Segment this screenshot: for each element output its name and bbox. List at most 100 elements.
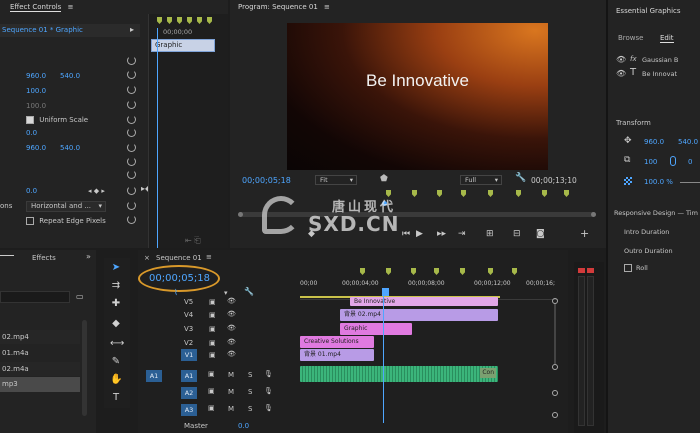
project-tab[interactable] <box>0 255 14 256</box>
clip-v2[interactable]: Creative Solutions <box>300 336 374 348</box>
timeline-close-icon[interactable]: × <box>144 254 150 262</box>
eye-icon[interactable]: 👁 <box>227 297 236 305</box>
project-item[interactable]: 01.m4a <box>0 346 80 360</box>
repeat-edge-checkbox[interactable] <box>26 217 34 225</box>
marker[interactable] <box>461 190 466 197</box>
mini-clip-graphic[interactable]: Graphic <box>151 39 215 52</box>
eye-icon[interactable]: 👁 <box>616 55 626 64</box>
reset-icon[interactable] <box>127 215 136 224</box>
mic-icon[interactable]: 🎙 <box>264 370 273 378</box>
snap-icon[interactable]: ⌇ <box>174 288 178 297</box>
effects-tab[interactable]: Effects <box>32 254 56 262</box>
quality-dropdown[interactable]: Full ▾ <box>460 175 502 185</box>
marker[interactable] <box>360 268 365 275</box>
marker[interactable] <box>197 17 202 24</box>
mute-button[interactable]: M <box>228 388 234 396</box>
marker[interactable] <box>177 17 182 24</box>
eg-rotation[interactable]: 0 <box>688 158 692 166</box>
new-bin-icon[interactable]: ▭ <box>76 292 84 301</box>
add-button-icon[interactable]: + <box>580 228 589 239</box>
film-icon[interactable]: ▣ <box>208 387 215 395</box>
eg-pos-x[interactable]: 960.0 <box>644 138 664 146</box>
reset-icon[interactable] <box>127 70 136 79</box>
razor-tool-icon[interactable]: ◆ <box>110 318 122 330</box>
reset-icon[interactable] <box>127 143 136 152</box>
eg-scale[interactable]: 100 <box>644 158 657 166</box>
marker[interactable] <box>207 17 212 24</box>
timeline-v-scrollbar[interactable] <box>552 298 558 418</box>
uniform-scale-checkbox[interactable] <box>26 116 34 124</box>
scroll-track[interactable] <box>554 304 556 364</box>
clip-v3[interactable]: Graphic <box>340 323 412 335</box>
extract-icon[interactable]: ⊟ <box>513 229 521 239</box>
film-icon[interactable]: ▣ <box>209 351 216 359</box>
panel-menu-icon[interactable]: ≡ <box>206 253 212 261</box>
eg-opacity[interactable]: 100.0 % <box>644 178 673 186</box>
marker[interactable] <box>512 268 517 275</box>
selection-tool-icon[interactable]: ➤ <box>110 262 122 274</box>
mini-footer-icons[interactable]: ⇤ ⎗ <box>185 236 201 246</box>
reset-icon[interactable] <box>127 157 136 166</box>
solo-button[interactable]: S <box>248 405 252 413</box>
layer-text[interactable]: Be Innovat <box>642 70 677 78</box>
marker[interactable] <box>488 268 493 275</box>
reset-icon[interactable] <box>127 170 136 179</box>
solo-button[interactable]: S <box>248 388 252 396</box>
film-icon[interactable]: ▣ <box>209 298 216 306</box>
track-a2-target[interactable]: A2 <box>181 387 197 399</box>
master-value[interactable]: 0.0 <box>238 422 249 430</box>
mute-button[interactable]: M <box>228 405 234 413</box>
eye-icon[interactable]: 👁 <box>227 324 236 332</box>
marker[interactable] <box>434 268 439 275</box>
next-keyframe-icon[interactable]: ▸ <box>101 187 105 195</box>
effect-controls-tab[interactable]: Effect Controls <box>10 3 62 12</box>
eye-icon[interactable]: 👁 <box>616 69 626 78</box>
rotation-value[interactable]: 0.0 <box>26 129 37 137</box>
play-triangle-icon[interactable]: ▸ <box>130 25 134 34</box>
marker[interactable] <box>542 190 547 197</box>
layer-gaussian[interactable]: Gaussian B <box>642 56 678 64</box>
scale-value[interactable]: 100.0 <box>26 87 46 95</box>
scroll-handle[interactable] <box>552 390 558 396</box>
eye-icon[interactable]: 👁 <box>227 350 236 358</box>
marker[interactable] <box>460 268 465 275</box>
film-icon[interactable]: ▣ <box>208 404 215 412</box>
mini-playhead[interactable] <box>157 28 158 248</box>
marker[interactable] <box>386 268 391 275</box>
tab-edit[interactable]: Edit <box>660 34 674 43</box>
essential-graphics-title[interactable]: Essential Graphics <box>616 7 681 15</box>
mic-icon[interactable]: 🎙 <box>264 404 273 412</box>
panel-expand-icon[interactable]: » <box>86 252 91 261</box>
film-icon[interactable]: ▣ <box>209 311 216 319</box>
slip-tool-icon[interactable]: ⟷ <box>110 338 124 350</box>
clip-v1[interactable]: 背景 01.mp4 <box>300 349 374 361</box>
project-search-input[interactable] <box>0 291 70 303</box>
reset-icon[interactable] <box>127 201 136 210</box>
ripple-edit-icon[interactable]: ✚ <box>110 298 122 310</box>
marker[interactable] <box>516 190 521 197</box>
project-item[interactable]: 02.m4a <box>0 362 80 376</box>
clip-indicator[interactable] <box>578 268 585 273</box>
position-y-value[interactable]: 540.0 <box>60 72 80 80</box>
eye-icon[interactable]: 👁 <box>227 310 236 318</box>
wrench-icon[interactable]: 🔧 <box>244 287 254 296</box>
clip-v5[interactable]: Be Innovative <box>350 297 498 306</box>
reset-icon[interactable] <box>127 56 136 65</box>
playhead-head-icon[interactable]: ⬟ <box>380 174 388 184</box>
marker[interactable] <box>187 17 192 24</box>
panel-menu-icon[interactable]: ≡ <box>68 3 74 11</box>
roll-checkbox[interactable] <box>624 264 632 272</box>
project-item-selected[interactable]: mp3 <box>0 377 80 392</box>
type-tool-icon[interactable]: T <box>110 392 122 404</box>
position-x-value[interactable]: 960.0 <box>26 72 46 80</box>
scroll-handle[interactable] <box>552 364 558 370</box>
camera-icon[interactable]: ◙ <box>536 229 545 239</box>
reset-icon[interactable] <box>127 100 136 109</box>
reset-icon[interactable] <box>127 85 136 94</box>
timeline-tab[interactable]: Sequence 01 <box>156 254 202 262</box>
edges-dropdown[interactable]: Horizontal and ... ▾ <box>26 201 106 212</box>
link-icon[interactable] <box>670 156 676 166</box>
project-scrollbar[interactable] <box>82 320 87 416</box>
wrench-icon[interactable]: 🔧 <box>515 173 526 183</box>
project-item[interactable]: 02.mp4 <box>0 330 80 344</box>
